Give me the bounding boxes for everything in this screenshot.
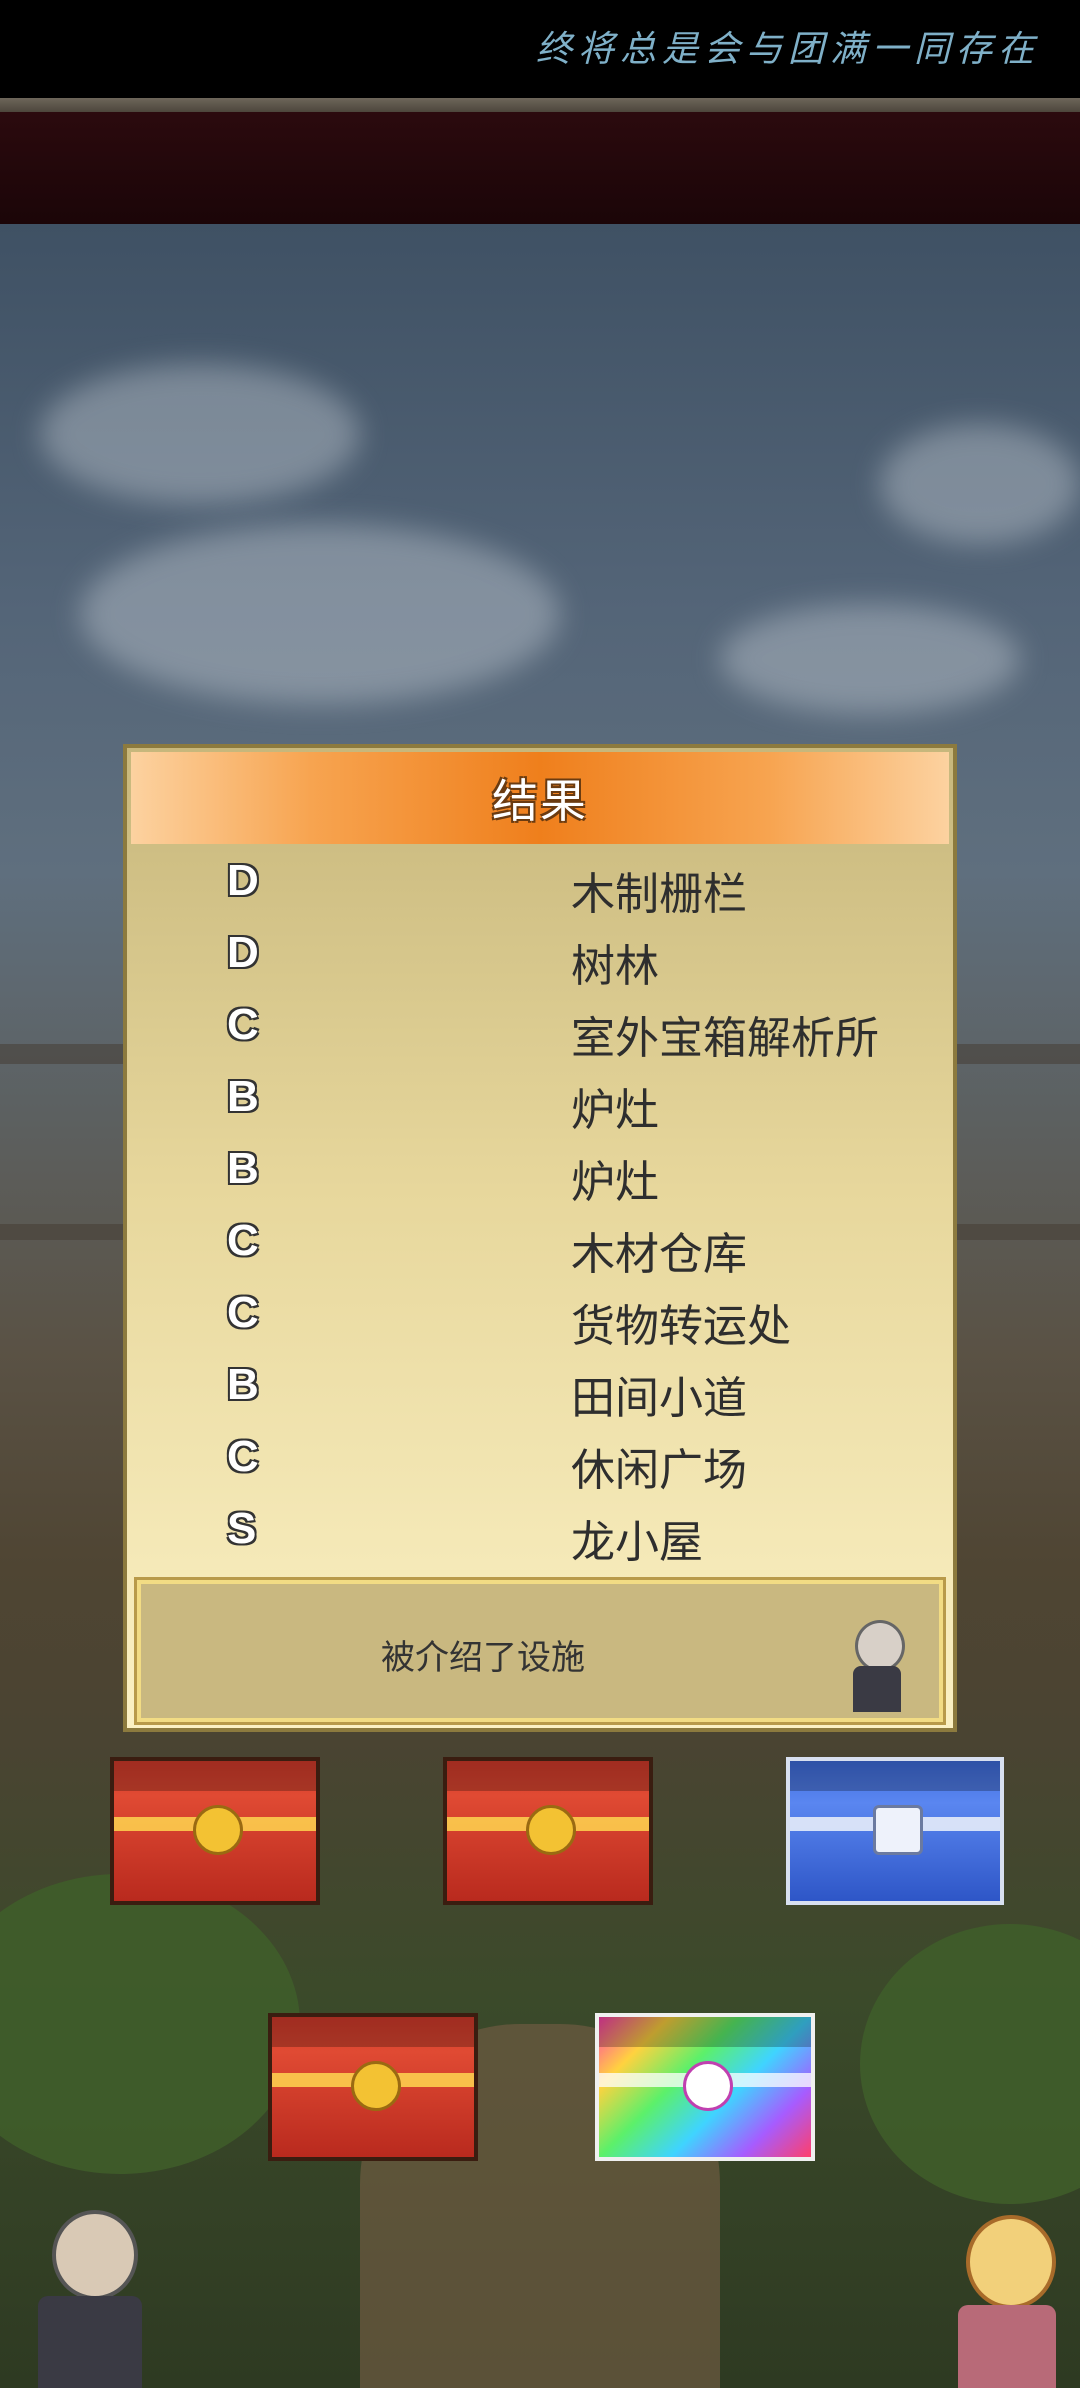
facility-name: 休闲广场 [571, 1446, 747, 1495]
character-head [966, 2215, 1056, 2309]
cloud [880, 424, 1080, 544]
facility-name: 炉灶 [571, 1086, 659, 1135]
facility-name: 木材仓库 [571, 1230, 747, 1279]
character-body [958, 2305, 1056, 2388]
character-butler[interactable] [30, 2210, 150, 2388]
chest-lock-icon [193, 1805, 243, 1855]
grade-label: C [227, 1000, 259, 1049]
character-body [38, 2296, 142, 2388]
treasure-chest-red[interactable] [110, 1757, 320, 1905]
chest-lock-icon [351, 2061, 401, 2111]
chest-lid [114, 1761, 316, 1791]
facility-name: 室外宝箱解析所 [571, 1014, 879, 1063]
grade-label: C [227, 1216, 259, 1265]
character-girl[interactable] [946, 2215, 1066, 2388]
chest-lid [790, 1761, 1000, 1791]
facility-name: 田间小道 [571, 1374, 747, 1423]
grade-label: S [227, 1504, 257, 1553]
result-dialog: 结果 D 木制栅栏 D 树林 C 室外宝箱解析所 B 炉灶 B 炉灶 C 木材仓… [123, 744, 957, 1732]
dialog-header: 结果 [131, 752, 949, 844]
result-row: C 室外宝箱解析所 [127, 992, 953, 1064]
facility-name: 炉灶 [571, 1158, 659, 1207]
top-panel [0, 112, 1080, 224]
facility-name: 木制栅栏 [571, 870, 747, 919]
facility-name: 货物转运处 [571, 1302, 791, 1351]
result-row: B 炉灶 [127, 1064, 953, 1136]
cloud [720, 604, 1020, 714]
grade-label: B [227, 1144, 259, 1193]
treasure-chest-red[interactable] [443, 1757, 653, 1905]
treasure-chest-red[interactable] [268, 2013, 478, 2161]
result-row: S 龙小屋 [127, 1496, 953, 1568]
grade-label: C [227, 1432, 259, 1481]
treasure-chest-rainbow[interactable] [595, 2013, 815, 2161]
facility-name: 树林 [571, 942, 659, 991]
chest-lid [599, 2017, 811, 2047]
divider-band [0, 98, 1080, 112]
treasure-chest-blue[interactable] [786, 1757, 1004, 1905]
butler-portrait-icon [849, 1620, 905, 1712]
grade-label: C [227, 1288, 259, 1337]
cloud [40, 364, 360, 504]
dialog-title: 结果 [492, 775, 588, 827]
bush [860, 1924, 1080, 2204]
result-list: D 木制栅栏 D 树林 C 室外宝箱解析所 B 炉灶 B 炉灶 C 木材仓库 C… [127, 848, 953, 1568]
character-head [52, 2210, 138, 2300]
chest-lid [272, 2017, 474, 2047]
grade-label: D [227, 856, 259, 905]
result-row: D 木制栅栏 [127, 848, 953, 920]
result-row: C 木材仓库 [127, 1208, 953, 1280]
result-row: B 炉灶 [127, 1136, 953, 1208]
result-row: C 货物转运处 [127, 1280, 953, 1352]
cloud [80, 524, 560, 704]
chest-lock-icon [873, 1805, 923, 1855]
grade-label: B [227, 1072, 259, 1121]
result-row: B 田间小道 [127, 1352, 953, 1424]
top-status-bar: 终将总是会与团满一同存在 [0, 0, 1080, 98]
message-box[interactable]: 被介绍了设施 [134, 1577, 946, 1725]
result-row: D 树林 [127, 920, 953, 992]
grade-label: D [227, 928, 259, 977]
bush [0, 1874, 300, 2174]
chest-lid [447, 1761, 649, 1791]
result-row: C 休闲广场 [127, 1424, 953, 1496]
scrolling-text: 终将总是会与团满一同存在 [535, 29, 1040, 70]
message-text: 被介绍了设施 [381, 1639, 585, 1677]
facility-name: 龙小屋 [571, 1518, 703, 1567]
grade-label: B [227, 1360, 259, 1409]
chest-lock-icon [526, 1805, 576, 1855]
chest-lock-icon [683, 2061, 733, 2111]
